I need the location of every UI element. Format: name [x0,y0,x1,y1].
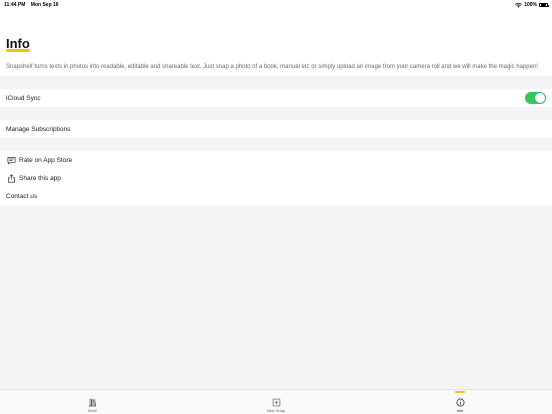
battery-percentage: 100% [524,2,537,8]
battery-icon [539,2,549,8]
tab-info[interactable]: Info [430,390,490,414]
title-underline [6,49,30,52]
status-left: 11:44 PM Mon Sep 16 [4,2,59,8]
icloud-sync-label: iCloud Sync [6,94,41,102]
tab-bar: Shelf New Snap Info [0,389,552,414]
empty-background [0,205,552,389]
status-bar: 11:44 PM Mon Sep 16 100% [0,0,552,10]
tab-new-snap[interactable]: New Snap [246,390,306,414]
group-separator [0,107,552,120]
toggle-knob [535,93,545,103]
group-separator [0,76,552,89]
share-app-label: Share this app [19,174,61,182]
share-app-row[interactable]: Share this app [0,169,552,187]
app-description: Snapshelf turns texts in photos into rea… [6,64,538,70]
rate-app-label: Rate on App Store [19,156,73,164]
tab-shelf-label: Shelf [87,408,97,413]
tab-info-label: Info [456,408,464,413]
shelf-icon [88,398,97,407]
review-icon [6,155,16,165]
manage-subscriptions-label: Manage Subscriptions [6,125,71,133]
info-icon [456,398,465,407]
icloud-sync-toggle[interactable] [525,92,546,104]
wifi-icon [515,2,523,8]
group-separator [0,138,552,151]
icloud-sync-row: iCloud Sync [0,89,552,107]
contact-row[interactable]: Contact us [0,187,552,205]
tab-shelf[interactable]: Shelf [62,390,122,414]
share-icon [6,173,16,183]
status-time: 11:44 PM [4,2,26,8]
rate-app-row[interactable]: Rate on App Store [0,151,552,169]
active-tab-indicator [455,391,465,393]
manage-subscriptions-row[interactable]: Manage Subscriptions [0,120,552,138]
status-right: 100% [515,2,549,8]
status-date: Mon Sep 16 [30,2,59,8]
contact-label: Contact us [6,192,38,200]
tab-new-snap-label: New Snap [266,408,286,413]
info-screen: 11:44 PM Mon Sep 16 100% Info Snapshelf … [0,0,552,414]
new-snap-icon [272,398,281,407]
